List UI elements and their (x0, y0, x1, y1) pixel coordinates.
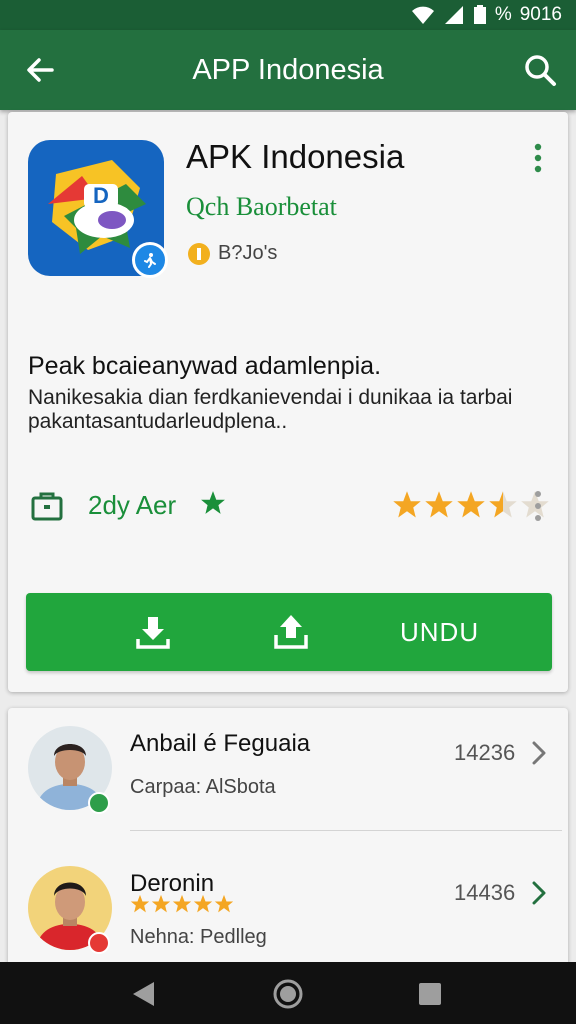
star-icon (201, 491, 225, 514)
download-icon (136, 617, 170, 649)
rating-stars (392, 490, 550, 520)
star-icon (172, 894, 192, 913)
app-detail-card: D APK Indonesia Qch Baorbetat B?Jo's Pea… (8, 112, 568, 692)
star-icon (489, 491, 517, 518)
info-row: 2dy Aer (28, 484, 550, 528)
list-item-rating (130, 894, 234, 914)
share-icon (274, 615, 308, 649)
wifi-icon (411, 6, 434, 24)
list-item-name: Anbail é Feguaia (130, 730, 311, 757)
list-item[interactable]: Deronin Nehna: Pedlleg 14436 (8, 848, 568, 978)
app-bar-title: APP Indonesia (192, 54, 384, 86)
star-icon (130, 894, 150, 913)
app-bar: APP Indonesia (0, 30, 576, 110)
developer-link[interactable]: Qch Baorbetat (186, 192, 337, 222)
description-body: Nanikesakia dian ferdkanievendai i dunik… (28, 386, 513, 433)
star-icon (393, 491, 421, 518)
battery-percent: % (494, 4, 512, 25)
status-time: 9016 (519, 4, 562, 25)
signal-icon (444, 6, 463, 24)
info-label: 2dy Aer (88, 490, 177, 520)
star-icon (214, 894, 234, 913)
list-item-subtitle: Nehna: Pedlleg (130, 926, 267, 948)
shopping-bag-icon (31, 492, 63, 521)
navigation-bar (0, 962, 576, 1024)
app-logo-letter: D (93, 183, 109, 208)
coin-icon (188, 242, 210, 265)
verified-badge-icon (132, 242, 168, 278)
list-item[interactable]: Anbail é Feguaia Carpaa: AlSbota 14236 (8, 708, 568, 838)
battery-icon (473, 5, 486, 24)
more-vert-icon[interactable] (528, 142, 548, 174)
star-icon (425, 491, 453, 518)
list-item-subtitle: Carpaa: AlSbota (130, 776, 276, 798)
star-icon (151, 894, 171, 913)
install-button-label: UNDU (400, 617, 480, 647)
nav-recents-icon[interactable] (418, 982, 442, 1006)
badge-text: B?Jo's (218, 242, 278, 264)
app-name: APK Indonesia (186, 138, 405, 175)
chevron-right-icon[interactable] (530, 740, 548, 766)
status-badge-icon (88, 792, 110, 814)
divider (130, 830, 562, 831)
more-vert-icon[interactable] (528, 488, 548, 524)
star-icon (457, 491, 485, 518)
content-badge: B?Jo's (188, 242, 277, 265)
status-bar: % 9016 (0, 0, 576, 30)
list-item-count: 14236 (454, 740, 516, 765)
list-item-count: 14436 (454, 880, 516, 905)
status-badge-icon (88, 932, 110, 954)
nav-home-icon[interactable] (272, 978, 304, 1010)
description-title: Peak bcaieanywad adamlenpia. (28, 352, 382, 380)
install-button[interactable]: UNDU (26, 593, 552, 671)
nav-back-icon[interactable] (130, 980, 156, 1008)
search-icon[interactable] (522, 52, 558, 88)
developer-list-card: Anbail é Feguaia Carpaa: AlSbota 14236 D… (8, 708, 568, 978)
chevron-right-icon[interactable] (530, 880, 548, 906)
star-icon (193, 894, 213, 913)
